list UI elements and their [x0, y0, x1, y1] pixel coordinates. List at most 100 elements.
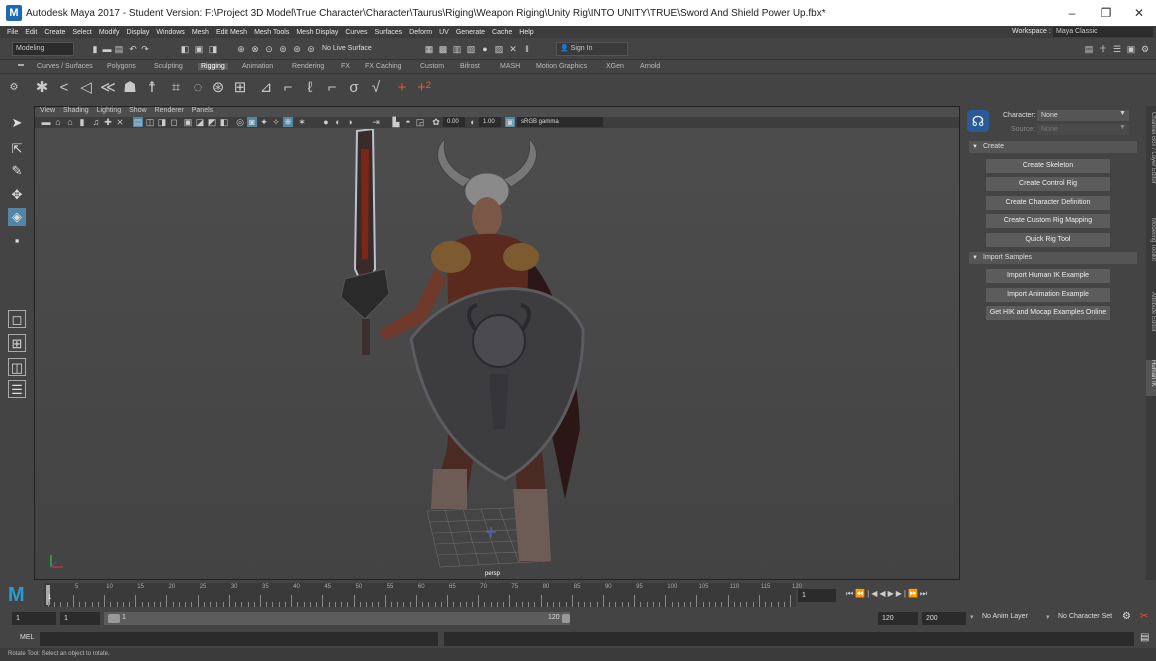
- hypershade-icon[interactable]: ●: [480, 44, 490, 54]
- character-select[interactable]: None: [1037, 110, 1129, 121]
- menu-surfaces[interactable]: Surfaces: [375, 29, 403, 36]
- shelf-settings-icon[interactable]: ⚙: [4, 78, 24, 98]
- shelf-tab-rigging[interactable]: Rigging: [198, 63, 228, 70]
- character-model-image[interactable]: [315, 129, 615, 579]
- render-frame-icon[interactable]: ▩: [438, 44, 448, 54]
- safe-action-icon[interactable]: ⇥: [371, 117, 381, 127]
- two-view-icon[interactable]: ◫: [8, 358, 26, 376]
- play-forward-icon[interactable]: ▶: [888, 589, 896, 598]
- menu-curves[interactable]: Curves: [345, 29, 367, 36]
- anim-layer-select[interactable]: No Anim Layer: [982, 613, 1028, 620]
- range-slider[interactable]: 1 120: [104, 612, 570, 625]
- snap-point-icon[interactable]: ⊙: [264, 44, 274, 54]
- menu-generate[interactable]: Generate: [456, 29, 485, 36]
- create-control-rig-button[interactable]: Create Control Rig: [986, 177, 1110, 191]
- modeling-toolkit-icon[interactable]: ▤: [1084, 44, 1094, 54]
- grid-toggle-icon[interactable]: ♫: [91, 117, 101, 127]
- depth-of-field-icon[interactable]: ❋: [283, 117, 293, 127]
- bookmark-icon[interactable]: ⌂: [65, 117, 75, 127]
- source-select[interactable]: None: [1037, 124, 1129, 135]
- select-components-icon[interactable]: ◨: [208, 44, 218, 54]
- tab-attribute-editor[interactable]: Attribute Editor: [1146, 292, 1156, 344]
- menu-display[interactable]: Display: [126, 29, 149, 36]
- textured-icon[interactable]: ◻: [169, 117, 179, 127]
- time-slider[interactable]: 1 5 10 15 20 25 30 35 40 45 50 55 60 65 70 75 80 85 90 95 1…: [44, 583, 802, 607]
- viewport-menu-view[interactable]: View: [40, 107, 55, 114]
- step-forward-frame-icon[interactable]: ▶|: [896, 589, 908, 598]
- shelf-tab-rendering[interactable]: Rendering: [292, 63, 324, 70]
- point-constraint-icon[interactable]: ⊿: [256, 78, 276, 98]
- menu-windows[interactable]: Windows: [156, 29, 184, 36]
- joint-tool-icon[interactable]: ✱: [32, 78, 52, 98]
- shaded-brightness-icon[interactable]: ◐: [333, 117, 343, 127]
- animation-preferences-icon[interactable]: ✂: [1140, 611, 1148, 622]
- playback-start-field[interactable]: 1: [60, 612, 100, 625]
- menu-create[interactable]: Create: [44, 29, 65, 36]
- single-view-icon[interactable]: ◻: [8, 310, 26, 328]
- shelf-tab-curves-surfaces[interactable]: Curves / Surfaces: [37, 63, 93, 70]
- xray-icon[interactable]: ◧: [219, 117, 229, 127]
- isolate-select-icon[interactable]: ◎: [235, 117, 245, 127]
- quick-rig-tool-button[interactable]: Quick Rig Tool: [986, 233, 1110, 247]
- shelf-tab-arnold[interactable]: Arnold: [640, 63, 660, 70]
- create-custom-rig-mapping-button[interactable]: Create Custom Rig Mapping: [986, 214, 1110, 228]
- open-scene-icon[interactable]: ▬: [102, 44, 112, 54]
- viewport-panel[interactable]: View Shading Lighting Show Renderer Pane…: [34, 106, 960, 580]
- shelf-tab-animation[interactable]: Animation: [242, 63, 273, 70]
- create-section-header[interactable]: ▼ Create: [969, 141, 1137, 153]
- command-language-label[interactable]: MEL: [20, 634, 34, 641]
- workspace-select[interactable]: Maya Classic: [1053, 27, 1153, 37]
- viewport-menu-lighting[interactable]: Lighting: [97, 107, 122, 114]
- shelf-tab-polygons[interactable]: Polygons: [107, 63, 136, 70]
- tab-human-ik[interactable]: Human IK: [1146, 360, 1156, 396]
- aim-constraint-icon[interactable]: ⌐: [278, 78, 298, 98]
- tab-modeling-toolkit[interactable]: Modeling Toolkit: [1146, 218, 1156, 272]
- channel-box-icon[interactable]: ⚙: [1140, 44, 1150, 54]
- orient-constraint-icon[interactable]: ℓ: [300, 78, 320, 98]
- snap-view-icon[interactable]: ⊚: [278, 44, 288, 54]
- use-all-lights-icon[interactable]: ▣: [183, 117, 193, 127]
- snap-surface-icon[interactable]: ⊛: [292, 44, 302, 54]
- menu-mesh[interactable]: Mesh: [192, 29, 209, 36]
- character-set-arrow-icon[interactable]: ▾: [1046, 613, 1050, 621]
- close-button[interactable]: ✕: [1122, 0, 1156, 26]
- create-skeleton-button[interactable]: Create Skeleton: [986, 159, 1110, 173]
- menu-modify[interactable]: Modify: [99, 29, 120, 36]
- shelf-tab-custom[interactable]: Custom: [420, 63, 444, 70]
- lattice-icon[interactable]: ⊞: [230, 78, 250, 98]
- exposure-settings-icon[interactable]: ✿: [431, 117, 441, 127]
- light-editor-icon[interactable]: ✕: [508, 44, 518, 54]
- camera-select-icon[interactable]: ▬: [41, 117, 51, 127]
- quick-rig-icon[interactable]: ☗: [120, 78, 140, 98]
- shelf-tab-fx[interactable]: FX: [341, 63, 350, 70]
- film-gate-icon[interactable]: ✚: [103, 117, 113, 127]
- shelf-tab-bifrost[interactable]: Bifrost: [460, 63, 480, 70]
- get-hik-mocap-examples-button[interactable]: Get HIK and Mocap Examples Online: [986, 306, 1110, 320]
- live-surface-label[interactable]: No Live Surface: [322, 45, 372, 52]
- play-backward-icon[interactable]: ◀: [879, 589, 887, 598]
- scale-tool-icon[interactable]: ▪: [8, 232, 26, 250]
- import-human-ik-example-button[interactable]: Import Human IK Example: [986, 269, 1110, 283]
- move-tool-icon[interactable]: ✥: [8, 186, 26, 204]
- light-icon[interactable]: ●: [321, 117, 331, 127]
- source-select-arrow-icon[interactable]: ▼: [1119, 124, 1126, 131]
- current-frame-field[interactable]: 1: [798, 589, 836, 602]
- motion-blur-icon[interactable]: ✦: [259, 117, 269, 127]
- select-objects-icon[interactable]: ▣: [194, 44, 204, 54]
- ambient-occlusion-icon[interactable]: ◩: [207, 117, 217, 127]
- menu-uv[interactable]: UV: [439, 29, 449, 36]
- ik-handle-icon[interactable]: <: [54, 78, 74, 98]
- cluster-icon[interactable]: ⊛: [208, 78, 228, 98]
- gate-mask-icon[interactable]: ▙: [391, 117, 401, 127]
- menu-deform[interactable]: Deform: [409, 29, 432, 36]
- character-set-select[interactable]: No Character Set: [1058, 613, 1112, 620]
- wireframe-icon[interactable]: ▤: [133, 117, 143, 127]
- command-input[interactable]: [40, 632, 438, 646]
- viewport-menu-show[interactable]: Show: [129, 107, 147, 114]
- menu-cache[interactable]: Cache: [492, 29, 512, 36]
- four-view-icon[interactable]: ⊞: [8, 334, 26, 352]
- render-setup-icon[interactable]: ▨: [494, 44, 504, 54]
- ik-spline-icon[interactable]: ◁: [76, 78, 96, 98]
- shelf-tab-sculpting[interactable]: Sculpting: [154, 63, 183, 70]
- new-scene-icon[interactable]: ▮: [90, 44, 100, 54]
